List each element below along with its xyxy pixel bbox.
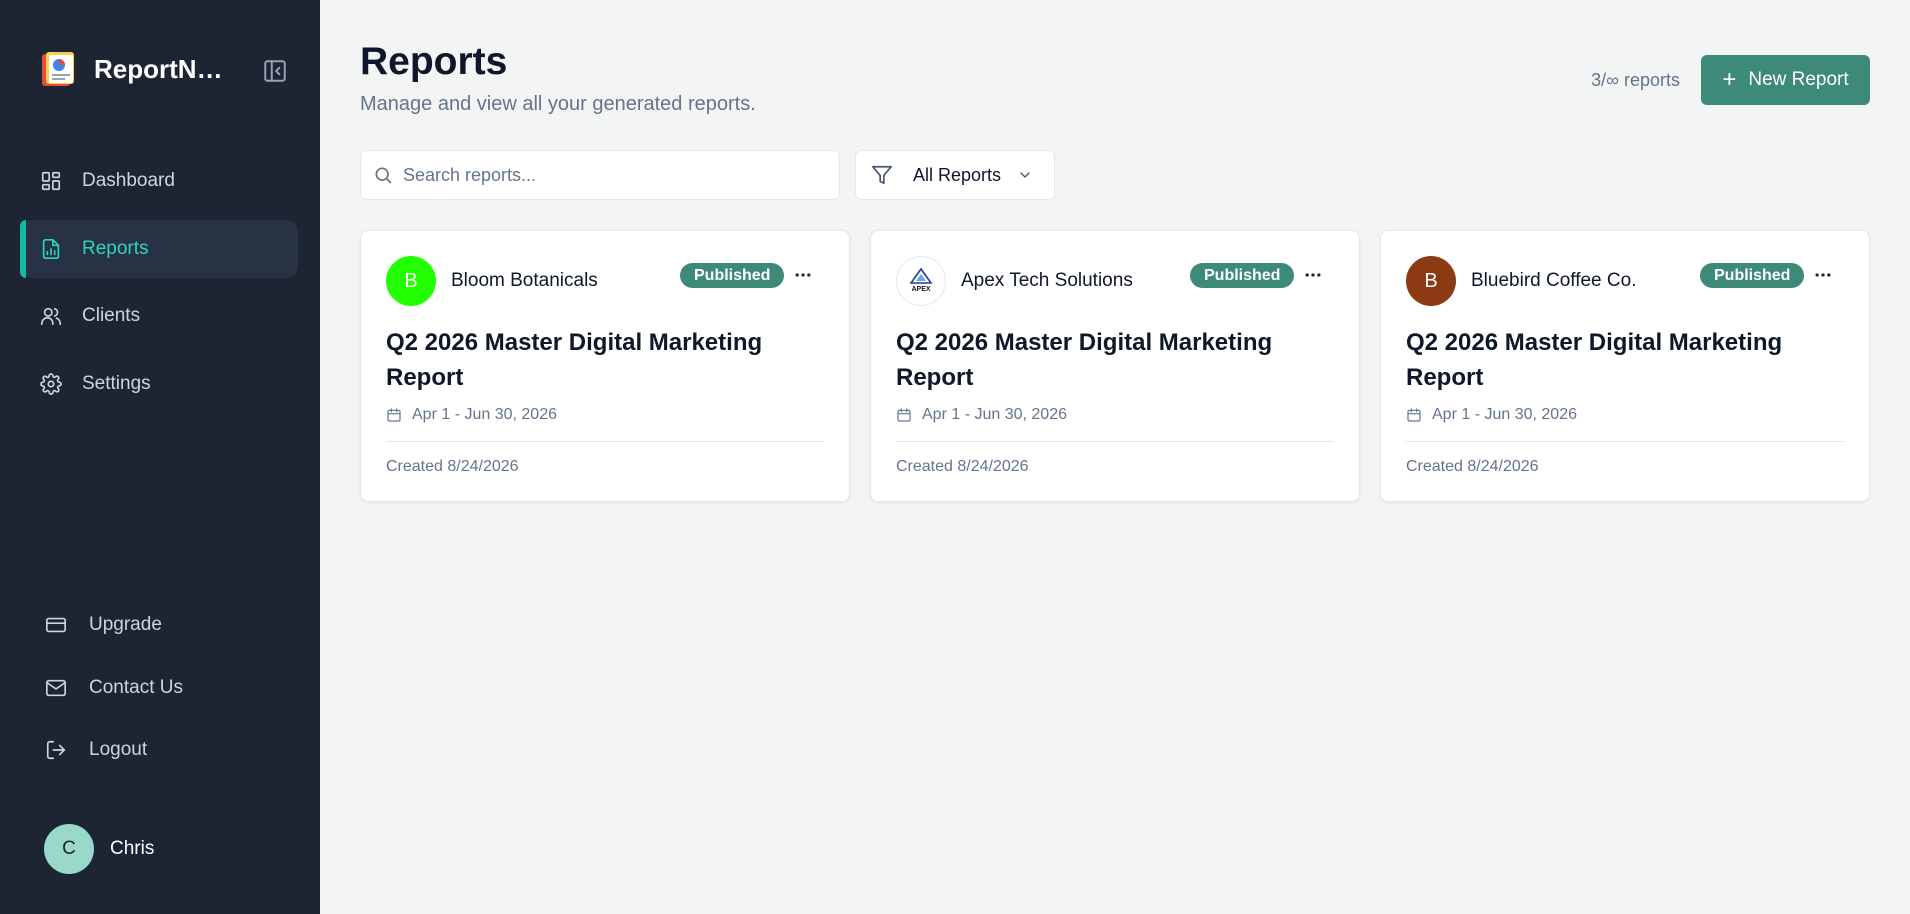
report-date-range: Apr 1 - Jun 30, 2026 [386, 406, 557, 424]
file-chart-icon [42, 238, 60, 259]
gear-icon [40, 372, 62, 395]
report-date-range: Apr 1 - Jun 30, 2026 [896, 406, 1067, 424]
client-name: Bluebird Coffee Co. [1471, 270, 1637, 291]
sidebar-item-label: Reports [82, 237, 149, 259]
filter-icon [872, 165, 892, 185]
brand-name: ReportNest [94, 53, 234, 84]
apex-logo-icon: APEX [909, 267, 933, 293]
client-avatar-initial: B [404, 269, 418, 292]
search-input[interactable] [403, 164, 823, 186]
calendar-icon [387, 408, 401, 422]
sidebar-item-label: Clients [82, 305, 141, 326]
dashboard-icon [41, 171, 61, 191]
date-range-text: Apr 1 - Jun 30, 2026 [1432, 406, 1577, 423]
credit-card-icon [46, 617, 66, 633]
calendar-icon [1407, 408, 1421, 422]
chevron-down-icon [1020, 172, 1030, 178]
card-client: B Bloom Botanicals [386, 256, 598, 306]
more-options-icon[interactable] [793, 265, 813, 285]
sidebar-collapse-icon[interactable] [262, 58, 288, 84]
user-name: Chris [110, 838, 155, 859]
sidebar: ReportNest Dashboard Reports Clients Set… [0, 0, 320, 914]
client-name: Apex Tech Solutions [961, 270, 1133, 291]
brand[interactable]: ReportNest [40, 50, 234, 88]
report-title[interactable]: Q2 2026 Master Digital Marketing Report [896, 325, 1316, 395]
client-name: Bloom Botanicals [451, 270, 598, 291]
sidebar-item-contact-us[interactable]: Contact Us [20, 659, 298, 717]
user-profile[interactable]: C Chris [44, 824, 154, 874]
page-subtitle: Manage and view all your generated repor… [360, 93, 756, 115]
date-range-text: Apr 1 - Jun 30, 2026 [412, 406, 557, 423]
card-divider [1406, 441, 1844, 442]
report-created-date: Created 8/24/2026 [386, 458, 519, 475]
report-date-range: Apr 1 - Jun 30, 2026 [1406, 406, 1577, 424]
report-logo-icon [40, 50, 78, 88]
sidebar-item-reports[interactable]: Reports [20, 219, 298, 278]
avatar: C [44, 824, 94, 874]
logout-icon [46, 740, 66, 760]
client-avatar-initial: B [1424, 269, 1438, 292]
sidebar-item-label: Dashboard [82, 170, 175, 191]
card-client: APEX Apex Tech Solutions [896, 256, 1133, 306]
sidebar-item-upgrade[interactable]: Upgrade [20, 596, 298, 654]
page-title: Reports [360, 40, 508, 83]
search-icon [375, 167, 392, 184]
sidebar-item-label: Upgrade [89, 614, 162, 635]
main-nav: Dashboard Reports Clients Settings [20, 152, 298, 422]
sidebar-item-logout[interactable]: Logout [20, 721, 298, 779]
card-divider [896, 441, 1334, 442]
more-options-icon[interactable] [1813, 265, 1833, 285]
users-icon [41, 307, 61, 326]
date-range-text: Apr 1 - Jun 30, 2026 [922, 406, 1067, 423]
sidebar-item-label: Logout [89, 739, 148, 760]
card-divider [386, 441, 824, 442]
report-card[interactable]: B Bluebird Coffee Co. Published Q2 2026 … [1380, 230, 1870, 502]
new-report-label: New Report [1748, 69, 1849, 90]
more-options-icon[interactable] [1303, 265, 1323, 285]
sidebar-item-dashboard[interactable]: Dashboard [20, 152, 298, 210]
report-created-date: Created 8/24/2026 [896, 458, 1029, 475]
secondary-nav: Upgrade Contact Us Logout [20, 596, 298, 784]
sidebar-item-settings[interactable]: Settings [20, 355, 298, 413]
main-content: Reports Manage and view all your generat… [320, 0, 1910, 914]
sidebar-item-label: Contact Us [89, 676, 183, 698]
report-created-date: Created 8/24/2026 [1406, 458, 1539, 475]
filter-selected: All Reports [913, 164, 1002, 185]
calendar-icon [897, 408, 911, 422]
card-client: B Bluebird Coffee Co. [1406, 256, 1636, 306]
client-avatar: B [386, 256, 436, 306]
mail-icon [46, 679, 66, 696]
client-avatar: B [1406, 256, 1456, 306]
report-card[interactable]: B Bloom Botanicals Published Q2 2026 Mas… [360, 230, 850, 502]
status-badge: Published [680, 263, 785, 288]
search-box [360, 150, 840, 200]
plus-icon: + [1722, 66, 1737, 93]
status-badge: Published [1190, 263, 1295, 288]
sidebar-item-clients[interactable]: Clients [20, 287, 298, 345]
report-title[interactable]: Q2 2026 Master Digital Marketing Report [386, 325, 806, 395]
status-badge: Published [1700, 263, 1805, 288]
report-count: 3/∞ reports [1591, 70, 1680, 90]
sidebar-item-label: Settings [82, 372, 151, 394]
report-title[interactable]: Q2 2026 Master Digital Marketing Report [1406, 325, 1826, 395]
new-report-button[interactable]: + New Report [1701, 55, 1870, 105]
apex-logo-text: APEX [911, 286, 930, 293]
report-card[interactable]: APEX Apex Tech Solutions Published Q2 20… [870, 230, 1360, 502]
filter-dropdown[interactable]: All Reports [855, 150, 1055, 200]
client-avatar: APEX [896, 256, 946, 306]
